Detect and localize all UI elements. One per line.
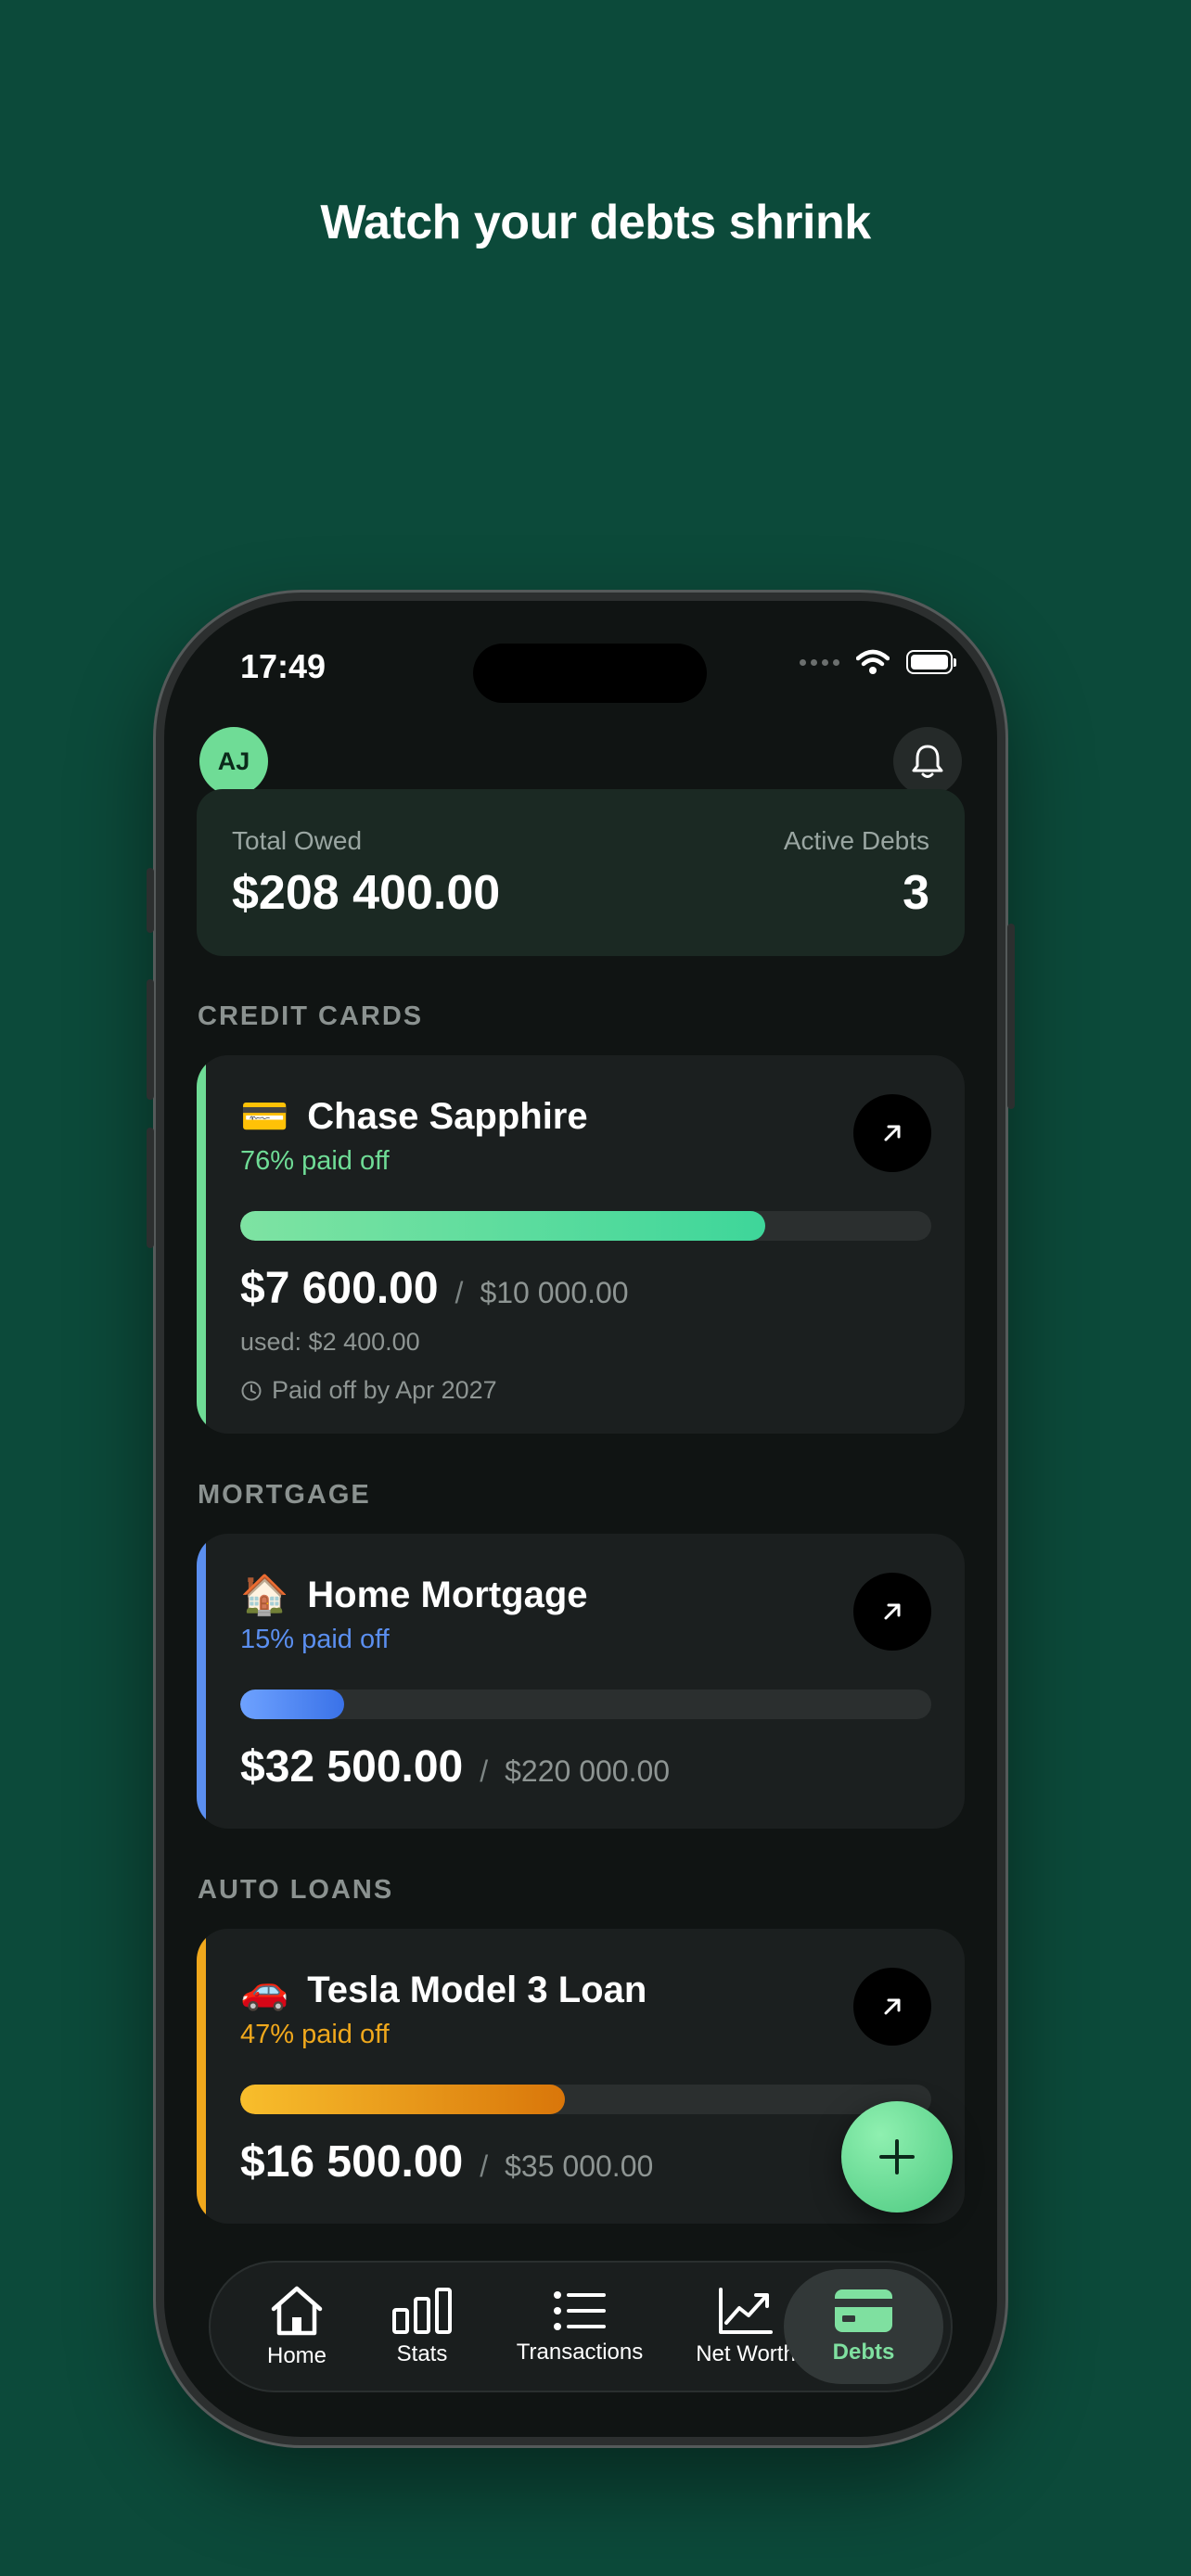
paid-off-percent: 15% paid off [240,1625,390,1654]
card-accent-bar [197,1929,206,2224]
clock-icon [241,1381,262,1400]
debt-card-home-mortgage[interactable]: 🏠 Home Mortgage 15% paid off $32 500.00 … [197,1534,965,1829]
progress-fill [240,2085,566,2114]
remaining-amount: $7 600.00 [240,1264,439,1313]
signal-icon [800,658,839,666]
amount-separator: / [480,1754,489,1788]
wifi-icon [856,649,890,674]
amount-separator: / [455,1276,464,1309]
progress-fill [240,1211,766,1241]
dynamic-island [473,644,707,703]
open-debt-button[interactable] [853,1968,931,2046]
progress-track [240,1690,931,1719]
bar-chart-icon [392,2288,452,2334]
status-time: 17:49 [240,647,327,685]
bell-icon [912,745,943,778]
active-debts-value: 3 [903,866,929,920]
section-label-auto-loans: AUTO LOANS [198,1875,394,1905]
plus-icon [879,2139,915,2174]
trend-up-icon [719,2288,773,2334]
list-icon [554,2291,606,2330]
status-icons [800,649,956,675]
tab-label: Stats [396,2341,448,2366]
total-owed-label: Total Owed [232,826,363,855]
home-icon [271,2286,323,2336]
remaining-amount: $32 500.00 [240,1742,464,1792]
open-debt-button[interactable] [853,1094,931,1172]
card-accent-bar [197,1055,206,1434]
total-limit: $10 000.00 [480,1276,629,1309]
progress-track [240,2085,931,2114]
summary-card: Total Owed $208 400.00 Active Debts 3 [197,789,965,956]
total-limit: $35 000.00 [505,2149,654,2183]
paid-off-percent: 47% paid off [240,2020,390,2049]
progress-fill [240,1690,344,1719]
tab-stats[interactable]: Stats [374,2261,470,2392]
credit-card-icon: 💳 [240,1094,289,1138]
total-limit: $220 000.00 [505,1754,671,1788]
tab-label: Debts [832,2340,895,2365]
arrow-up-right-icon [884,1603,901,1620]
tab-label: Home [266,2343,327,2368]
card-icon [835,2289,892,2332]
app-screen: 17:49 AJ Total Owed $208 400.00 Active D… [164,601,997,2437]
bottom-tab-bar: Home Stats Transactions Net Worth Debts [209,2261,953,2392]
active-debts-label: Active Debts [783,826,929,855]
power-button [1007,924,1015,1109]
car-icon: 🚗 [240,1968,289,2011]
paid-off-percent: 76% paid off [240,1146,390,1176]
debt-title: Tesla Model 3 Loan [307,1970,647,2010]
tab-home[interactable]: Home [246,2261,348,2392]
mute-switch [147,868,154,933]
total-owed-value: $208 400.00 [232,866,501,920]
headline: Watch your debts shrink [320,196,871,249]
remaining-amount: $16 500.00 [240,2137,464,2187]
tab-label: Net Worth [696,2341,796,2366]
volume-down-button [147,1128,154,1248]
arrow-up-right-icon [884,1125,901,1141]
debt-card-chase-sapphire[interactable]: 💳 Chase Sapphire 76% paid off $7 600.00 … [197,1055,965,1434]
add-debt-button[interactable] [841,2101,953,2213]
open-debt-button[interactable] [853,1573,931,1651]
progress-track [240,1211,931,1241]
tab-label: Transactions [516,2340,644,2365]
tab-debts[interactable]: Debts [784,2269,943,2384]
card-accent-bar [197,1534,206,1829]
section-label-credit-cards: CREDIT CARDS [198,1001,424,1031]
house-icon: 🏠 [240,1573,289,1616]
battery-icon [906,650,956,674]
tab-transactions[interactable]: Transactions [491,2261,669,2392]
volume-up-button [147,979,154,1100]
avatar[interactable]: AJ [199,727,268,796]
arrow-up-right-icon [884,1998,901,2015]
amount-separator: / [480,2149,489,2183]
section-label-mortgage: MORTGAGE [198,1480,371,1510]
debt-title: Chase Sapphire [307,1096,588,1137]
notifications-button[interactable] [893,727,962,796]
phone-frame: 17:49 AJ Total Owed $208 400.00 Active D… [147,590,1015,2448]
used-amount: used: $2 400.00 [240,1328,420,1356]
debt-title: Home Mortgage [307,1575,588,1615]
payoff-text: Paid off by Apr 2027 [272,1376,497,1404]
payoff-date: Paid off by Apr 2027 [240,1376,497,1405]
